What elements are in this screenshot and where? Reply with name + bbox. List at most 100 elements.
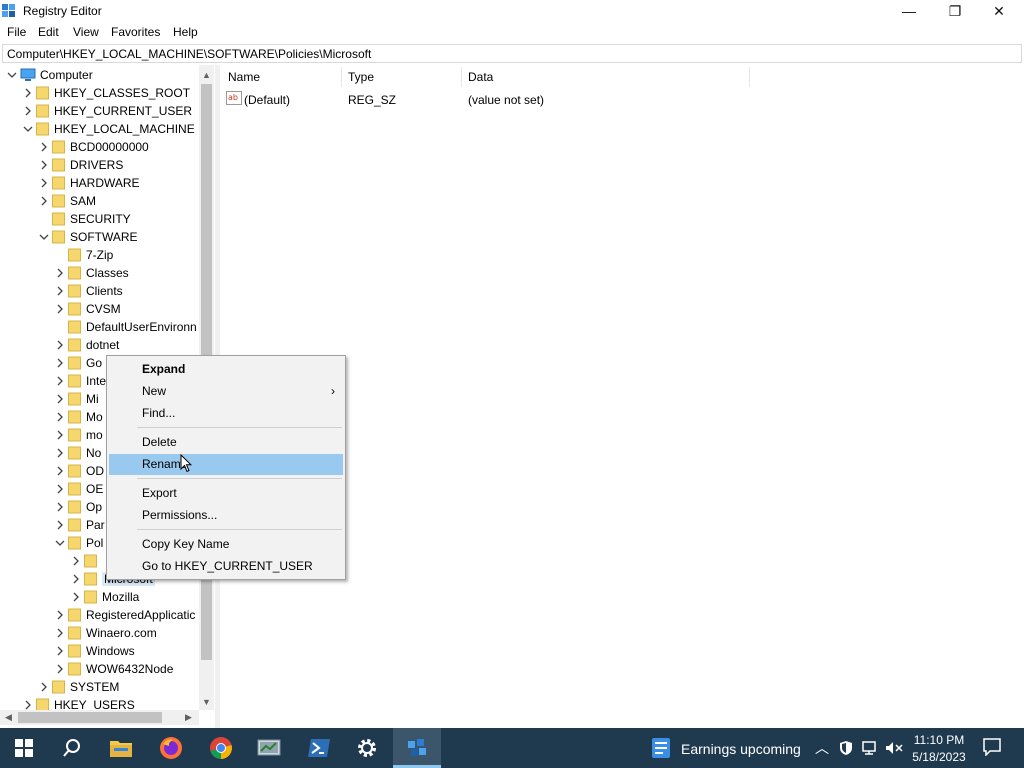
- chevron-right-icon[interactable]: [54, 644, 66, 658]
- chevron-down-icon[interactable]: [38, 230, 50, 244]
- menu-item-new[interactable]: New ›: [109, 381, 343, 402]
- chevron-right-icon[interactable]: [54, 518, 66, 532]
- chevron-down-icon[interactable]: [6, 68, 18, 82]
- tree-item[interactable]: Mozilla: [0, 588, 200, 606]
- powershell-icon[interactable]: [295, 728, 343, 768]
- clock-date[interactable]: 5/18/2023: [910, 750, 968, 764]
- chevron-right-icon[interactable]: [38, 140, 50, 154]
- chevron-right-icon[interactable]: [54, 338, 66, 352]
- tree-item[interactable]: SOFTWARE: [0, 228, 200, 246]
- menu-item-rename[interactable]: Rename: [109, 454, 343, 475]
- menu-edit[interactable]: Edit: [38, 25, 59, 39]
- chevron-right-icon[interactable]: [22, 104, 34, 118]
- firefox-icon[interactable]: [147, 728, 195, 768]
- minimize-button[interactable]: —: [886, 0, 932, 22]
- tree-item[interactable]: BCD00000000: [0, 138, 200, 156]
- tree-item[interactable]: SYSTEM: [0, 678, 200, 696]
- chevron-right-icon[interactable]: [38, 680, 50, 694]
- chevron-right-icon[interactable]: [54, 428, 66, 442]
- chevron-right-icon[interactable]: [70, 572, 82, 586]
- regedit-icon[interactable]: [393, 728, 441, 768]
- menu-item-expand[interactable]: Expand: [109, 359, 343, 380]
- chevron-right-icon[interactable]: [54, 608, 66, 622]
- tree-item[interactable]: SAM: [0, 192, 200, 210]
- menu-file[interactable]: File: [7, 25, 26, 39]
- windows-start-icon[interactable]: [0, 728, 48, 768]
- tree-item[interactable]: HARDWARE: [0, 174, 200, 192]
- chevron-right-icon[interactable]: [54, 464, 66, 478]
- tree-item[interactable]: dotnet: [0, 336, 200, 354]
- chevron-right-icon[interactable]: [54, 374, 66, 388]
- tree-item[interactable]: Winaero.com: [0, 624, 200, 642]
- chevron-down-icon[interactable]: [54, 536, 66, 550]
- menu-item-goto-hkcu[interactable]: Go to HKEY_CURRENT_USER: [109, 556, 343, 577]
- maximize-button[interactable]: ❐: [932, 0, 978, 22]
- tree-item[interactable]: HKEY_LOCAL_MACHINE: [0, 120, 200, 138]
- chevron-right-icon[interactable]: [54, 482, 66, 496]
- chevron-right-icon[interactable]: [54, 410, 66, 424]
- network-icon[interactable]: [862, 741, 880, 755]
- tree-item[interactable]: Classes: [0, 264, 200, 282]
- news-widget-text[interactable]: Earnings upcoming: [681, 741, 801, 757]
- volume-muted-icon[interactable]: [885, 741, 905, 755]
- tree-item[interactable]: DRIVERS: [0, 156, 200, 174]
- file-explorer-icon[interactable]: [97, 728, 145, 768]
- tree-item[interactable]: SECURITY: [0, 210, 200, 228]
- chevron-right-icon[interactable]: [54, 500, 66, 514]
- close-button[interactable]: ✕: [976, 0, 1022, 22]
- tree-item[interactable]: Clients: [0, 282, 200, 300]
- settings-gear-icon[interactable]: [343, 728, 391, 768]
- chevron-right-icon[interactable]: [38, 158, 50, 172]
- security-shield-icon[interactable]: [839, 740, 853, 756]
- chevron-right-icon[interactable]: [54, 662, 66, 676]
- column-header-name[interactable]: Name: [228, 70, 260, 84]
- menu-favorites[interactable]: Favorites: [111, 25, 160, 39]
- chevron-right-icon[interactable]: [38, 176, 50, 190]
- scroll-left-arrow-icon[interactable]: ◀: [5, 712, 12, 723]
- chevron-right-icon[interactable]: [54, 302, 66, 316]
- chevron-right-icon[interactable]: [54, 392, 66, 406]
- news-widget-icon[interactable]: [651, 737, 671, 759]
- menu-item-permissions[interactable]: Permissions...: [109, 505, 343, 526]
- chevron-right-icon[interactable]: [22, 86, 34, 100]
- address-bar[interactable]: Computer\HKEY_LOCAL_MACHINE\SOFTWARE\Pol…: [2, 44, 1022, 63]
- column-divider[interactable]: [461, 67, 462, 87]
- tree-item[interactable]: DefaultUserEnvironn: [0, 318, 200, 336]
- menu-view[interactable]: View: [73, 25, 99, 39]
- scroll-up-arrow-icon[interactable]: ▲: [202, 70, 211, 80]
- chevron-right-icon[interactable]: [54, 284, 66, 298]
- tray-chevron-up-icon[interactable]: ︿: [815, 738, 829, 758]
- control-panel-icon[interactable]: [245, 728, 293, 768]
- clock-time[interactable]: 11:10 PM: [910, 733, 968, 747]
- search-icon[interactable]: [48, 728, 96, 768]
- tree-item[interactable]: WOW6432Node: [0, 660, 200, 678]
- scroll-down-arrow-icon[interactable]: ▼: [202, 697, 211, 707]
- tree-item[interactable]: RegisteredApplicatic: [0, 606, 200, 624]
- tree-item[interactable]: CVSM: [0, 300, 200, 318]
- chevron-right-icon[interactable]: [54, 626, 66, 640]
- column-divider[interactable]: [749, 67, 750, 87]
- scroll-right-arrow-icon[interactable]: ▶: [185, 712, 192, 723]
- tree-horizontal-scroll-thumb[interactable]: [18, 712, 162, 723]
- tree-item[interactable]: Windows: [0, 642, 200, 660]
- column-header-data[interactable]: Data: [468, 70, 493, 84]
- chevron-right-icon[interactable]: [70, 590, 82, 604]
- column-divider[interactable]: [341, 67, 342, 87]
- menu-item-find[interactable]: Find...: [109, 403, 343, 424]
- chevron-down-icon[interactable]: [22, 122, 34, 136]
- menu-help[interactable]: Help: [173, 25, 198, 39]
- chrome-icon[interactable]: [197, 728, 245, 768]
- tree-item[interactable]: HKEY_CURRENT_USER: [0, 102, 200, 120]
- tree-item[interactable]: 7-Zip: [0, 246, 200, 264]
- tree-item[interactable]: HKEY_CLASSES_ROOT: [0, 84, 200, 102]
- menu-item-delete[interactable]: Delete: [109, 432, 343, 453]
- chevron-right-icon[interactable]: [54, 446, 66, 460]
- chevron-right-icon[interactable]: [70, 554, 82, 568]
- menu-item-export[interactable]: Export: [109, 483, 343, 504]
- column-header-type[interactable]: Type: [348, 70, 374, 84]
- chevron-right-icon[interactable]: [54, 356, 66, 370]
- chevron-right-icon[interactable]: [38, 194, 50, 208]
- tree-item[interactable]: Computer: [0, 66, 200, 84]
- chevron-right-icon[interactable]: [54, 266, 66, 280]
- menu-item-copy-key-name[interactable]: Copy Key Name: [109, 534, 343, 555]
